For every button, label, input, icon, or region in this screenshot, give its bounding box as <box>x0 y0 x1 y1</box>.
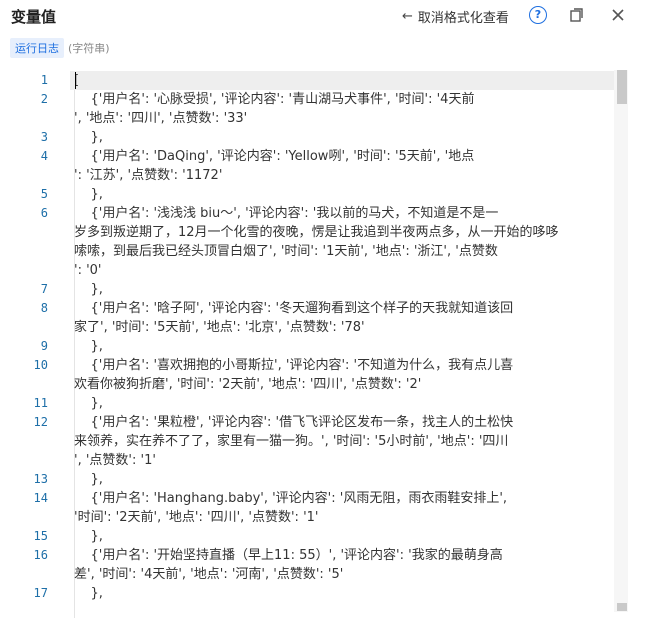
popout-icon[interactable] <box>568 7 584 23</box>
line-number: 11 <box>33 396 48 410</box>
toggle-format-label: 取消格式化查看 <box>417 11 509 26</box>
line-number-gutter: 1 2 3 4 5 6 7 8 9 10 11 12 13 14 15 16 17 <box>0 68 56 618</box>
code-line: ': '0' <box>74 263 102 278</box>
code-line: {'用户名': '果粒橙', '评论内容': '借飞飞评论区发布一条，找主人的土… <box>74 415 514 430</box>
code-viewer[interactable]: 1 2 3 4 5 6 7 8 9 10 11 12 13 14 15 16 17 [ {'用户名': '心脉受… <box>0 68 646 618</box>
code-line: }, <box>74 130 103 145</box>
code-line: ', '点赞数': '1' <box>74 453 156 468</box>
code-line: {'用户名': 'Hanghang.baby', '评论内容': '风雨无阻，雨… <box>74 491 508 506</box>
code-line: }, <box>74 396 103 411</box>
line-number: 4 <box>40 149 48 163</box>
code-line: {'用户名': '开始坚持直播（早上11: 55）', '评论内容': '我家的… <box>74 548 503 563</box>
code-line: 来领养，实在养不了了，家里有一猫一狗。', '时间': '5小时前', '地点'… <box>74 434 509 449</box>
code-line: {'用户名': '心脉受损', '评论内容': '青山湖马犬事件', '时间':… <box>74 92 475 107</box>
line-number: 2 <box>40 92 48 106</box>
arrow-left-icon: ← <box>402 9 413 24</box>
vertical-scrollbar[interactable] <box>614 70 628 612</box>
help-circle-icon[interactable]: ? <box>529 6 547 24</box>
code-line: ', '地点': '四川', '点赞数': '33' <box>74 111 248 126</box>
code-line: {'用户名': '喜欢拥抱的小哥斯拉', '评论内容': '不知道为什么，我有点… <box>74 358 514 373</box>
scrollbar-arrow-down[interactable] <box>617 603 627 611</box>
line-number: 6 <box>40 206 48 220</box>
code-line: }, <box>74 529 103 544</box>
line-number: 15 <box>33 529 48 543</box>
code-line: }, <box>74 187 103 202</box>
code-line: 家了', '时间': '5天前', '地点': '北京', '点赞数': '78… <box>74 320 365 335</box>
code-line: }, <box>74 282 103 297</box>
close-icon[interactable] <box>610 7 626 23</box>
code-line: 欢看你被狗折磨', '时间': '2天前', '地点': '四川', '点赞数'… <box>74 377 422 392</box>
current-line-highlight <box>70 71 614 90</box>
scrollbar-thumb[interactable] <box>617 70 627 104</box>
line-number: 10 <box>33 358 48 372</box>
line-number: 3 <box>40 130 48 144</box>
code-line: '时间': '2天前', '地点': '四川', '点赞数': '1' <box>74 510 319 525</box>
variable-name-tag: 运行日志 <box>10 38 64 58</box>
line-number: 1 <box>40 73 48 87</box>
code-line: 岁多到叛逆期了，12月一个化雪的夜晚，愣是让我追到半夜两点多，从一开始的哆哆 <box>74 225 559 240</box>
code-line: {'用户名': '晗子阿', '评论内容': '冬天遛狗看到这个样子的天我就知道… <box>74 301 514 316</box>
dialog-title: 变量值 <box>11 8 57 26</box>
line-number: 12 <box>33 415 48 429</box>
toggle-format-button[interactable]: ← 取消格式化查看 <box>402 7 509 26</box>
code-line: ': '江苏', '点赞数': '1172' <box>74 168 223 183</box>
line-number: 9 <box>40 339 48 353</box>
line-number: 16 <box>33 548 48 562</box>
code-line: }, <box>74 339 103 354</box>
line-number: 5 <box>40 187 48 201</box>
code-line: {'用户名': '浅浅浅 biu～', '评论内容': '我以前的马犬，不知道是… <box>74 206 499 221</box>
code-line: {'用户名': 'DaQing', '评论内容': 'Yellow咧', '时间… <box>74 149 475 164</box>
line-number: 8 <box>40 301 48 315</box>
variable-meta: 运行日志 (字符串) <box>10 38 110 58</box>
line-number: 17 <box>33 586 48 600</box>
text-cursor <box>75 72 76 89</box>
code-line: }, <box>74 586 103 601</box>
variable-type: (字符串) <box>68 42 110 55</box>
dialog-header: 变量值 ← 取消格式化查看 ? <box>0 0 646 32</box>
code-line: 差', '时间': '4天前', '地点': '河南', '点赞数': '5' <box>74 567 344 582</box>
line-number: 7 <box>40 282 48 296</box>
code-line: 嗦嗦，到最后我已经头顶冒白烟了', '时间': '1天前', '地点': '浙江… <box>74 244 498 259</box>
line-number: 13 <box>33 472 48 486</box>
line-number: 14 <box>33 491 48 505</box>
code-line: }, <box>74 472 103 487</box>
